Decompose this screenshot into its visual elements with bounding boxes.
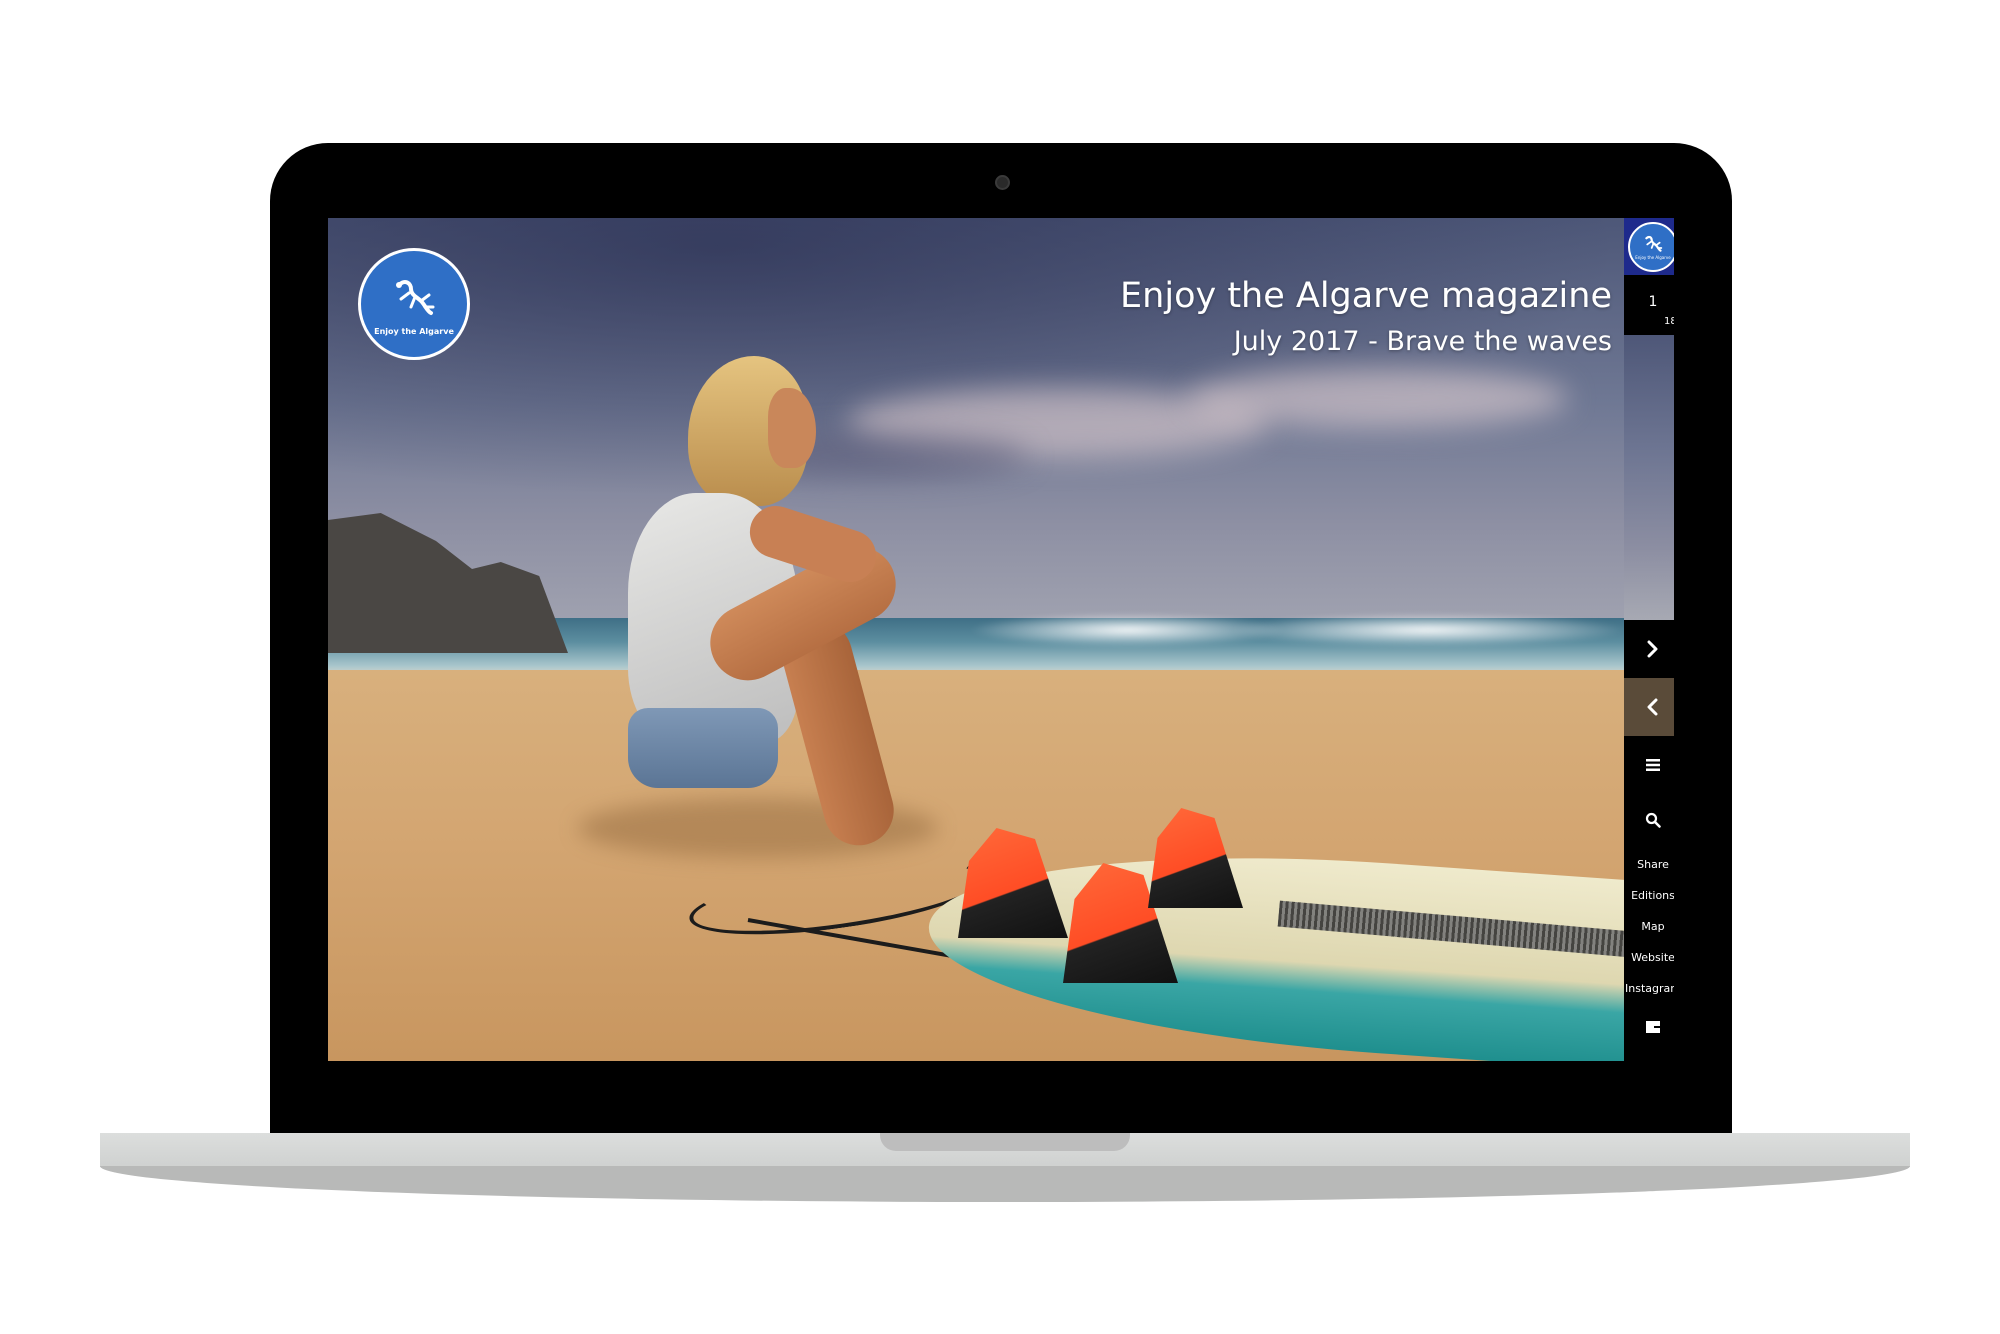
laptop-screen: Enjoy the Algarve Enjoy the Algarve maga… (328, 218, 1674, 1061)
chevron-right-icon (1647, 640, 1658, 658)
laptop-base-edge (100, 1166, 1910, 1202)
panel-toggle-button[interactable] (1624, 1004, 1674, 1050)
webcam (995, 175, 1010, 190)
cloud (1188, 368, 1568, 428)
menu-button[interactable] (1624, 736, 1674, 794)
wave-foam (1228, 613, 1624, 647)
hamburger-menu-icon (1646, 759, 1660, 771)
sidebar-logo-text: Enjoy the Algarve (1635, 255, 1671, 260)
sidebar-logo[interactable]: Enjoy the Algarve (1624, 218, 1674, 275)
search-button[interactable] (1624, 794, 1674, 846)
map-link[interactable]: Map (1624, 920, 1674, 933)
share-link[interactable]: Share (1624, 858, 1674, 871)
magazine-title: Enjoy the Algarve magazine (1120, 276, 1612, 316)
gecko-icon (1645, 235, 1663, 252)
edition-subtitle: July 2017 - Brave the waves (1233, 326, 1612, 357)
laptop-notch (880, 1133, 1130, 1151)
person-shorts (628, 708, 778, 788)
page-thumbnail[interactable] (1624, 335, 1674, 620)
brand-logo[interactable]: Enjoy the Algarve (358, 248, 470, 360)
viewer-sidebar: Enjoy the Algarve 1 18 Share Editions Ma… (1624, 218, 1674, 1061)
previous-page-button[interactable] (1624, 678, 1674, 736)
editions-link[interactable]: Editions (1624, 889, 1674, 902)
search-icon (1645, 812, 1661, 828)
chevron-left-icon (1647, 698, 1658, 716)
page-total: 18 (1664, 316, 1674, 327)
gecko-icon (396, 279, 435, 315)
brand-logo-text: Enjoy the Algarve (374, 326, 454, 336)
next-page-button[interactable] (1624, 620, 1674, 678)
instagram-link[interactable]: Instagram (1624, 982, 1674, 995)
page-current: 1 (1648, 294, 1658, 310)
panel-toggle-icon (1646, 1021, 1660, 1033)
cliff (328, 513, 568, 653)
sidebar-logo-badge: Enjoy the Algarve (1628, 221, 1674, 272)
website-link[interactable]: Website (1624, 951, 1674, 964)
